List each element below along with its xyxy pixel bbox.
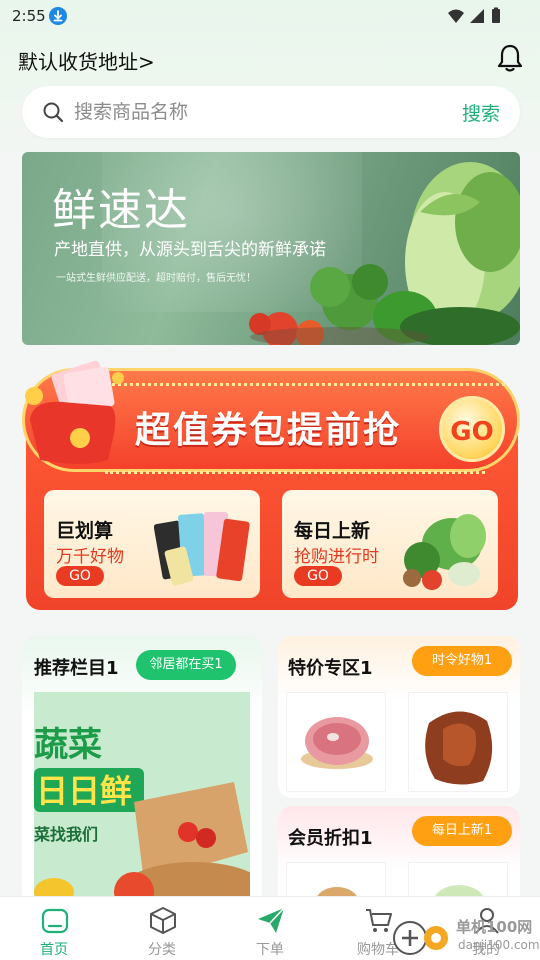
nav-label: 分类 [148,942,176,958]
deal-card-title: 巨划算 [56,520,114,542]
deal-card-daily-new[interactable]: 每日上新 抢购进行时 GO [282,490,498,598]
search-icon [42,101,64,123]
nav-order[interactable]: 下单 [216,897,324,960]
deal-card-desc: 抢购进行时 [294,547,379,567]
watermark-text: 单机100网 [456,918,533,936]
watermark-logo [393,921,448,955]
recommend-title: 推荐栏目1 [34,658,119,679]
special-title: 特价专区1 [288,658,373,679]
paper-plane-icon [256,905,286,935]
chevron-right-icon: > [138,50,155,74]
coupon-section[interactable]: 超值券包提前抢 GO 巨划算 万千好物 GO 每日上新 抢购进行时 GO [22,360,520,612]
recommend-tag[interactable]: 邻居都在买1 [136,650,236,680]
address-selector[interactable]: 默认收货地址> [18,46,155,75]
recommend-image-text-2: 日日鲜 [36,772,132,810]
deal-card-desc: 万千好物 [56,547,124,567]
deal-card-go-button[interactable]: GO [294,566,342,586]
download-icon [49,7,67,25]
nav-home[interactable]: 首页 [0,897,108,960]
member-tag[interactable]: 每日上新1 [412,816,512,846]
address-label: 默认收货地址 [18,50,138,74]
hero-title: 鲜速达 [52,185,190,236]
search-button[interactable]: 搜索 [462,99,500,126]
coupon-title: 超值券包提前抢 [135,410,402,451]
signal-icon [470,9,484,23]
greens-illustration [403,514,486,590]
bell-icon[interactable] [494,42,526,74]
hero-banner[interactable]: 鲜速达 产地直供，从源头到舌尖的新鲜承诺 一站式生鲜供应配送，超时赔付，售后无忧… [22,152,520,345]
product-thumb-pork[interactable] [286,692,386,792]
ribbon-lights-top [105,383,505,387]
product-thumb-braised-meat[interactable] [408,692,508,792]
deal-card-title: 每日上新 [294,520,371,542]
deal-card-go-button[interactable]: GO [56,566,104,586]
nav-label: 下单 [256,942,284,958]
recommend-image-text-3: 菜找我们 [34,825,98,844]
member-title: 会员折扣1 [288,828,373,849]
battery-icon [492,7,500,23]
deal-card-bargain[interactable]: 巨划算 万千好物 GO [44,490,260,598]
red-envelope-icon [25,360,124,464]
search-bar: 搜索 [22,86,520,138]
watermark: 单机100网 danji100.com [390,916,540,960]
status-time: 2:55 [12,7,46,25]
search-input[interactable] [74,86,434,138]
home-icon [40,905,70,935]
watermark-url: danji100.com [458,938,540,952]
recommend-card[interactable]: 推荐栏目1 邻居都在买1 蔬菜 日日鲜 菜找我们 [22,636,262,906]
wifi-icon [448,9,464,23]
nav-category[interactable]: 分类 [108,897,216,960]
coupon-go-button[interactable]: GO [439,396,505,462]
status-icons [446,7,506,25]
special-tag[interactable]: 时令好物1 [412,646,512,676]
ribbon-lights-bottom [105,471,485,475]
cube-icon [148,905,178,935]
special-price-card[interactable]: 特价专区1 时令好物1 [278,636,520,798]
snacks-illustration [154,512,250,586]
recommend-image-text-1: 蔬菜 [34,725,102,765]
vegetables-illustration [249,162,520,345]
nav-label: 首页 [40,942,68,958]
recommend-image[interactable]: 蔬菜 日日鲜 菜找我们 [34,692,250,906]
status-bar: 2:55 [0,0,540,34]
